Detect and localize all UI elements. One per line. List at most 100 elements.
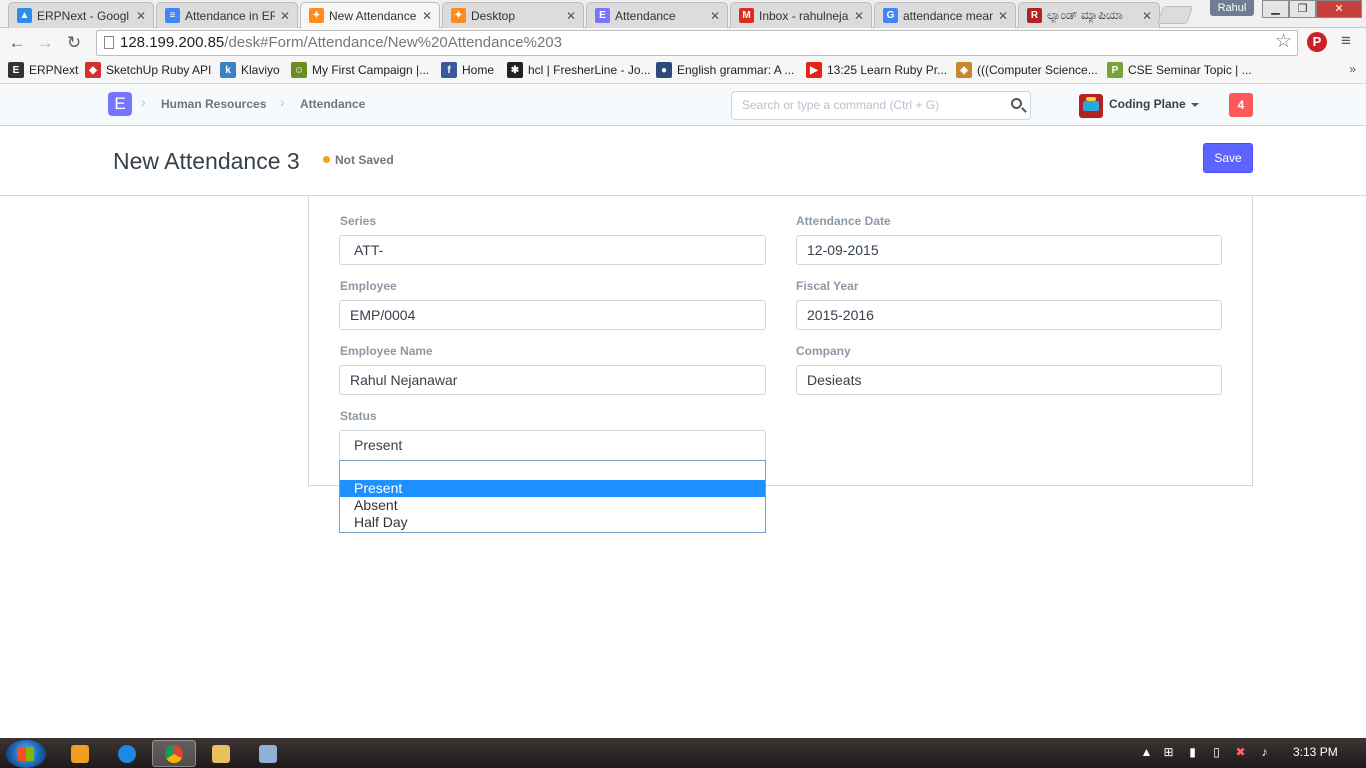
paint-icon[interactable] (246, 740, 290, 767)
hamburger-menu-icon[interactable]: ≡ (1341, 31, 1351, 51)
close-icon[interactable]: ✕ (421, 9, 433, 23)
windows-logo-icon (18, 747, 34, 761)
chevron-right-icon: › (141, 94, 146, 110)
browser-tab-erpnext-google[interactable]: ▲ ERPNext - Googl ✕ (8, 2, 154, 28)
bookmark-item[interactable]: E ERPNext (8, 62, 78, 78)
chrome-icon[interactable] (152, 740, 196, 767)
status-option-blank[interactable] (340, 463, 765, 480)
breadcrumb-attendance[interactable]: Attendance (300, 97, 365, 111)
erpnext-e-icon: E (595, 8, 610, 23)
bookmarks-bar: E ERPNext ◆ SketchUp Ruby API k Klaviyo ☺ My… (0, 58, 1366, 84)
bookmark-item[interactable]: ◆ SketchUp Ruby API (85, 62, 211, 78)
close-icon[interactable]: ✕ (279, 9, 291, 23)
facebook-icon: f (441, 62, 457, 78)
attendance-date-label: Attendance Date (796, 214, 891, 228)
bookmark-item[interactable]: f Home (441, 62, 494, 78)
status-indicator: Not Saved (335, 153, 394, 167)
employee-link-input[interactable]: EMP/0004 (339, 300, 766, 330)
browser-tab-google-search[interactable]: G attendance mean ✕ (874, 2, 1016, 28)
clock-time[interactable]: 3:13 PM (1293, 745, 1338, 759)
close-icon[interactable]: ✕ (135, 9, 147, 23)
browser-tab-inbox[interactable]: M Inbox - rahulneja ✕ (730, 2, 872, 28)
browser-user-badge[interactable]: Rahul (1210, 0, 1254, 16)
window-controls: ▁ ❐ ✕ (1262, 0, 1362, 18)
browser-tab-attendance[interactable]: E Attendance ✕ (586, 2, 728, 28)
indicator-dot-icon (323, 156, 330, 163)
pinterest-icon[interactable]: P (1307, 32, 1327, 52)
status-option-absent[interactable]: Absent (340, 497, 765, 514)
file-explorer-icon[interactable] (199, 740, 243, 767)
bookmark-item[interactable]: ✱ hcl | FresherLine - Jo... (507, 62, 651, 78)
windows-start-button[interactable] (6, 740, 46, 768)
forward-arrow-icon[interactable]: → (34, 32, 56, 54)
breadcrumb-human-resources[interactable]: Human Resources (161, 97, 266, 111)
signal-icon[interactable]: ▮ (1186, 746, 1199, 759)
bookmarks-overflow-icon[interactable]: » (1349, 62, 1356, 76)
bookmark-item[interactable]: ● English grammar: A ... (656, 62, 794, 78)
network-error-icon[interactable]: ✖ (1234, 746, 1247, 759)
page-title: New Attendance 3 (113, 148, 300, 174)
bookmark-item[interactable]: ▶ 13:25 Learn Ruby Pr... (806, 62, 947, 78)
bookmark-star-icon[interactable]: ☆ (1275, 30, 1292, 53)
bookmark-item[interactable]: ☺ My First Campaign |... (291, 62, 429, 78)
company-label: Company (796, 344, 851, 358)
back-arrow-icon[interactable]: ← (6, 32, 28, 54)
browser-tab-attendance-doc[interactable]: ≡ Attendance in ER ✕ (156, 2, 298, 28)
browser-tab-desktop[interactable]: ✦ Desktop ✕ (442, 2, 584, 28)
close-icon[interactable]: ✕ (997, 9, 1009, 23)
notification-badge[interactable]: 4 (1229, 93, 1253, 117)
caret-down-icon[interactable] (1191, 103, 1199, 107)
erpnext-desk-icon: ✦ (309, 8, 324, 23)
shield-icon: ◈ (956, 62, 972, 78)
youtube-icon: ▶ (806, 62, 822, 78)
google-icon: G (883, 8, 898, 23)
show-hidden-icons-icon[interactable]: ▲ (1140, 746, 1153, 759)
bookmark-item[interactable]: ◈ (((Computer Science... (956, 62, 1098, 78)
avatar[interactable] (1079, 94, 1103, 118)
restore-icon[interactable]: ❐ (1289, 0, 1316, 18)
sketchup-icon: ◆ (85, 62, 101, 78)
url-host: 128.199.200.85 (120, 34, 225, 51)
search-icon[interactable] (1011, 98, 1022, 109)
awesome-bar-search-input[interactable]: Search or type a command (Ctrl + G) (731, 91, 1031, 120)
close-icon[interactable]: ✕ (1141, 9, 1153, 23)
windows-flag-icon[interactable]: ⊞ (1162, 746, 1175, 759)
fiscal-year-input[interactable]: 2015-2016 (796, 300, 1222, 330)
user-menu-name[interactable]: Coding Plane (1109, 97, 1186, 111)
status-option-present[interactable]: Present (340, 480, 765, 497)
close-icon[interactable]: ✕ (709, 9, 721, 23)
company-input[interactable]: Desieats (796, 365, 1222, 395)
bookmark-item[interactable]: P CSE Seminar Topic | ... (1107, 62, 1252, 78)
browser-tab-kannada[interactable]: R ಲ್ಯಾಂಡ್ ಮ್ಯಾಪಿಯಾ ✕ (1018, 2, 1160, 28)
employee-name-input[interactable]: Rahul Nejanawar (339, 365, 766, 395)
page-icon[interactable] (104, 36, 114, 49)
media-player-icon[interactable] (58, 740, 102, 767)
browser-tab-new-attendance[interactable]: ✦ New Attendance ✕ (300, 2, 440, 28)
attendance-date-input[interactable]: 12-09-2015 (796, 235, 1222, 265)
erpnext-e-icon: E (8, 62, 24, 78)
app-logo[interactable]: E (108, 92, 132, 116)
status-dropdown-list: Present Absent Half Day (339, 460, 766, 533)
campaign-icon: ☺ (291, 62, 307, 78)
new-tab-button[interactable] (1156, 6, 1194, 24)
address-bar[interactable]: 128.199.200.85/desk#Form/Attendance/New%… (96, 30, 1298, 56)
status-select[interactable]: Present (339, 430, 766, 461)
save-button[interactable]: Save (1203, 143, 1253, 173)
internet-explorer-icon[interactable] (105, 740, 149, 767)
reload-icon[interactable]: ↻ (63, 32, 85, 54)
fiscal-year-label: Fiscal Year (796, 279, 859, 293)
gmail-icon: M (739, 8, 754, 23)
window-close-icon[interactable]: ✕ (1316, 0, 1362, 18)
volume-icon[interactable]: ♪ (1258, 746, 1271, 759)
bookmark-item[interactable]: k Klaviyo (220, 62, 280, 78)
series-select[interactable]: ATT- (339, 235, 766, 265)
url-path: /desk#Form/Attendance/New%20Attendance%2… (224, 34, 562, 51)
status-option-half-day[interactable]: Half Day (340, 514, 765, 531)
r-icon: R (1027, 8, 1042, 23)
chevron-right-icon: › (280, 94, 285, 110)
close-icon[interactable]: ✕ (853, 9, 865, 23)
close-icon[interactable]: ✕ (565, 9, 577, 23)
minimize-icon[interactable]: ▁ (1262, 0, 1289, 18)
runner-icon: ✱ (507, 62, 523, 78)
device-icon[interactable]: ▯ (1210, 746, 1223, 759)
